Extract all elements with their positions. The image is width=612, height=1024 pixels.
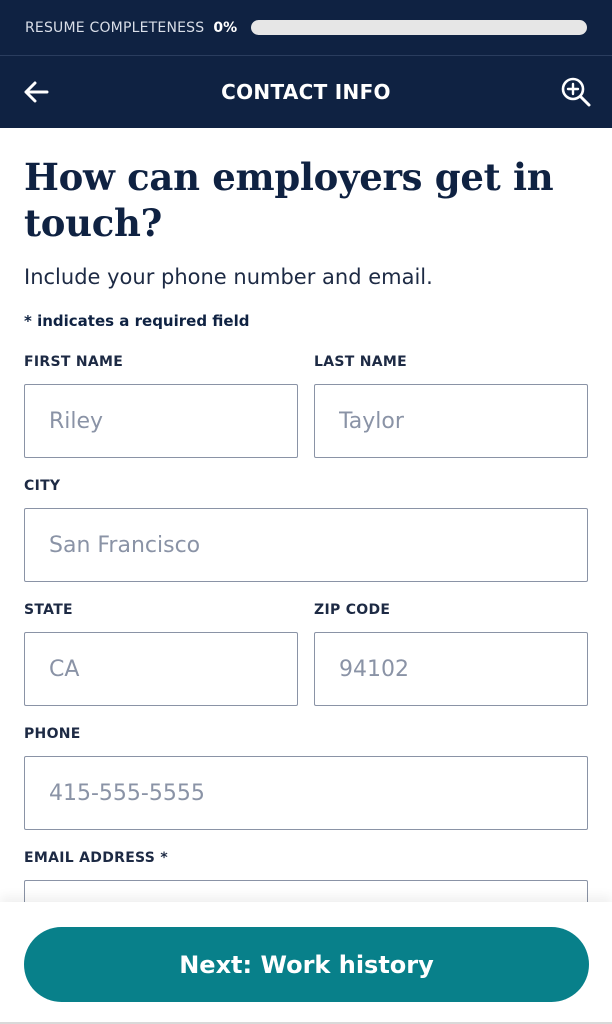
next-work-history-button[interactable]: Next: Work history (24, 927, 589, 1002)
contact-info-screen: RESUME COMPLETENESS 0% CONTACT INFO How … (0, 0, 612, 1024)
phone-row: PHONE (24, 726, 588, 830)
first-name-field: FIRST NAME (24, 354, 298, 458)
contact-form-content: How can employers get in touch? Include … (0, 128, 612, 954)
page-title: How can employers get in touch? (24, 155, 554, 245)
state-field: STATE (24, 602, 298, 706)
phone-input[interactable] (24, 756, 588, 830)
zip-field: ZIP CODE (314, 602, 588, 706)
arrow-left-icon (24, 81, 49, 103)
bottom-action-bar: Next: Work history (0, 902, 612, 1024)
last-name-label: LAST NAME (314, 354, 408, 370)
resume-progress-bar: RESUME COMPLETENESS 0% (0, 0, 612, 56)
zoom-in-icon (561, 77, 591, 107)
city-row: CITY (24, 478, 588, 582)
zoom-button[interactable] (558, 74, 594, 110)
state-label: STATE (24, 602, 73, 618)
zip-input[interactable] (314, 632, 588, 706)
first-name-label: FIRST NAME (24, 354, 124, 370)
phone-field: PHONE (24, 726, 588, 830)
back-button[interactable] (18, 74, 54, 110)
required-field-note: * indicates a required field (24, 312, 250, 330)
phone-label: PHONE (24, 726, 81, 742)
app-header: CONTACT INFO (0, 56, 612, 128)
last-name-field: LAST NAME (314, 354, 588, 458)
name-row: FIRST NAME LAST NAME (24, 354, 588, 458)
first-name-input[interactable] (24, 384, 298, 458)
city-field: CITY (24, 478, 588, 582)
city-label: CITY (24, 478, 61, 494)
state-zip-row: STATE ZIP CODE (24, 602, 588, 706)
progress-label: RESUME COMPLETENESS (25, 19, 205, 36)
progress-percent: 0% (213, 19, 238, 36)
city-input[interactable] (24, 508, 588, 582)
email-label: EMAIL ADDRESS * (24, 850, 168, 866)
last-name-input[interactable] (314, 384, 588, 458)
progress-track (251, 20, 587, 35)
header-title: CONTACT INFO (221, 80, 391, 104)
page-subtitle: Include your phone number and email. (24, 265, 433, 289)
state-input[interactable] (24, 632, 298, 706)
zip-label: ZIP CODE (314, 602, 391, 618)
